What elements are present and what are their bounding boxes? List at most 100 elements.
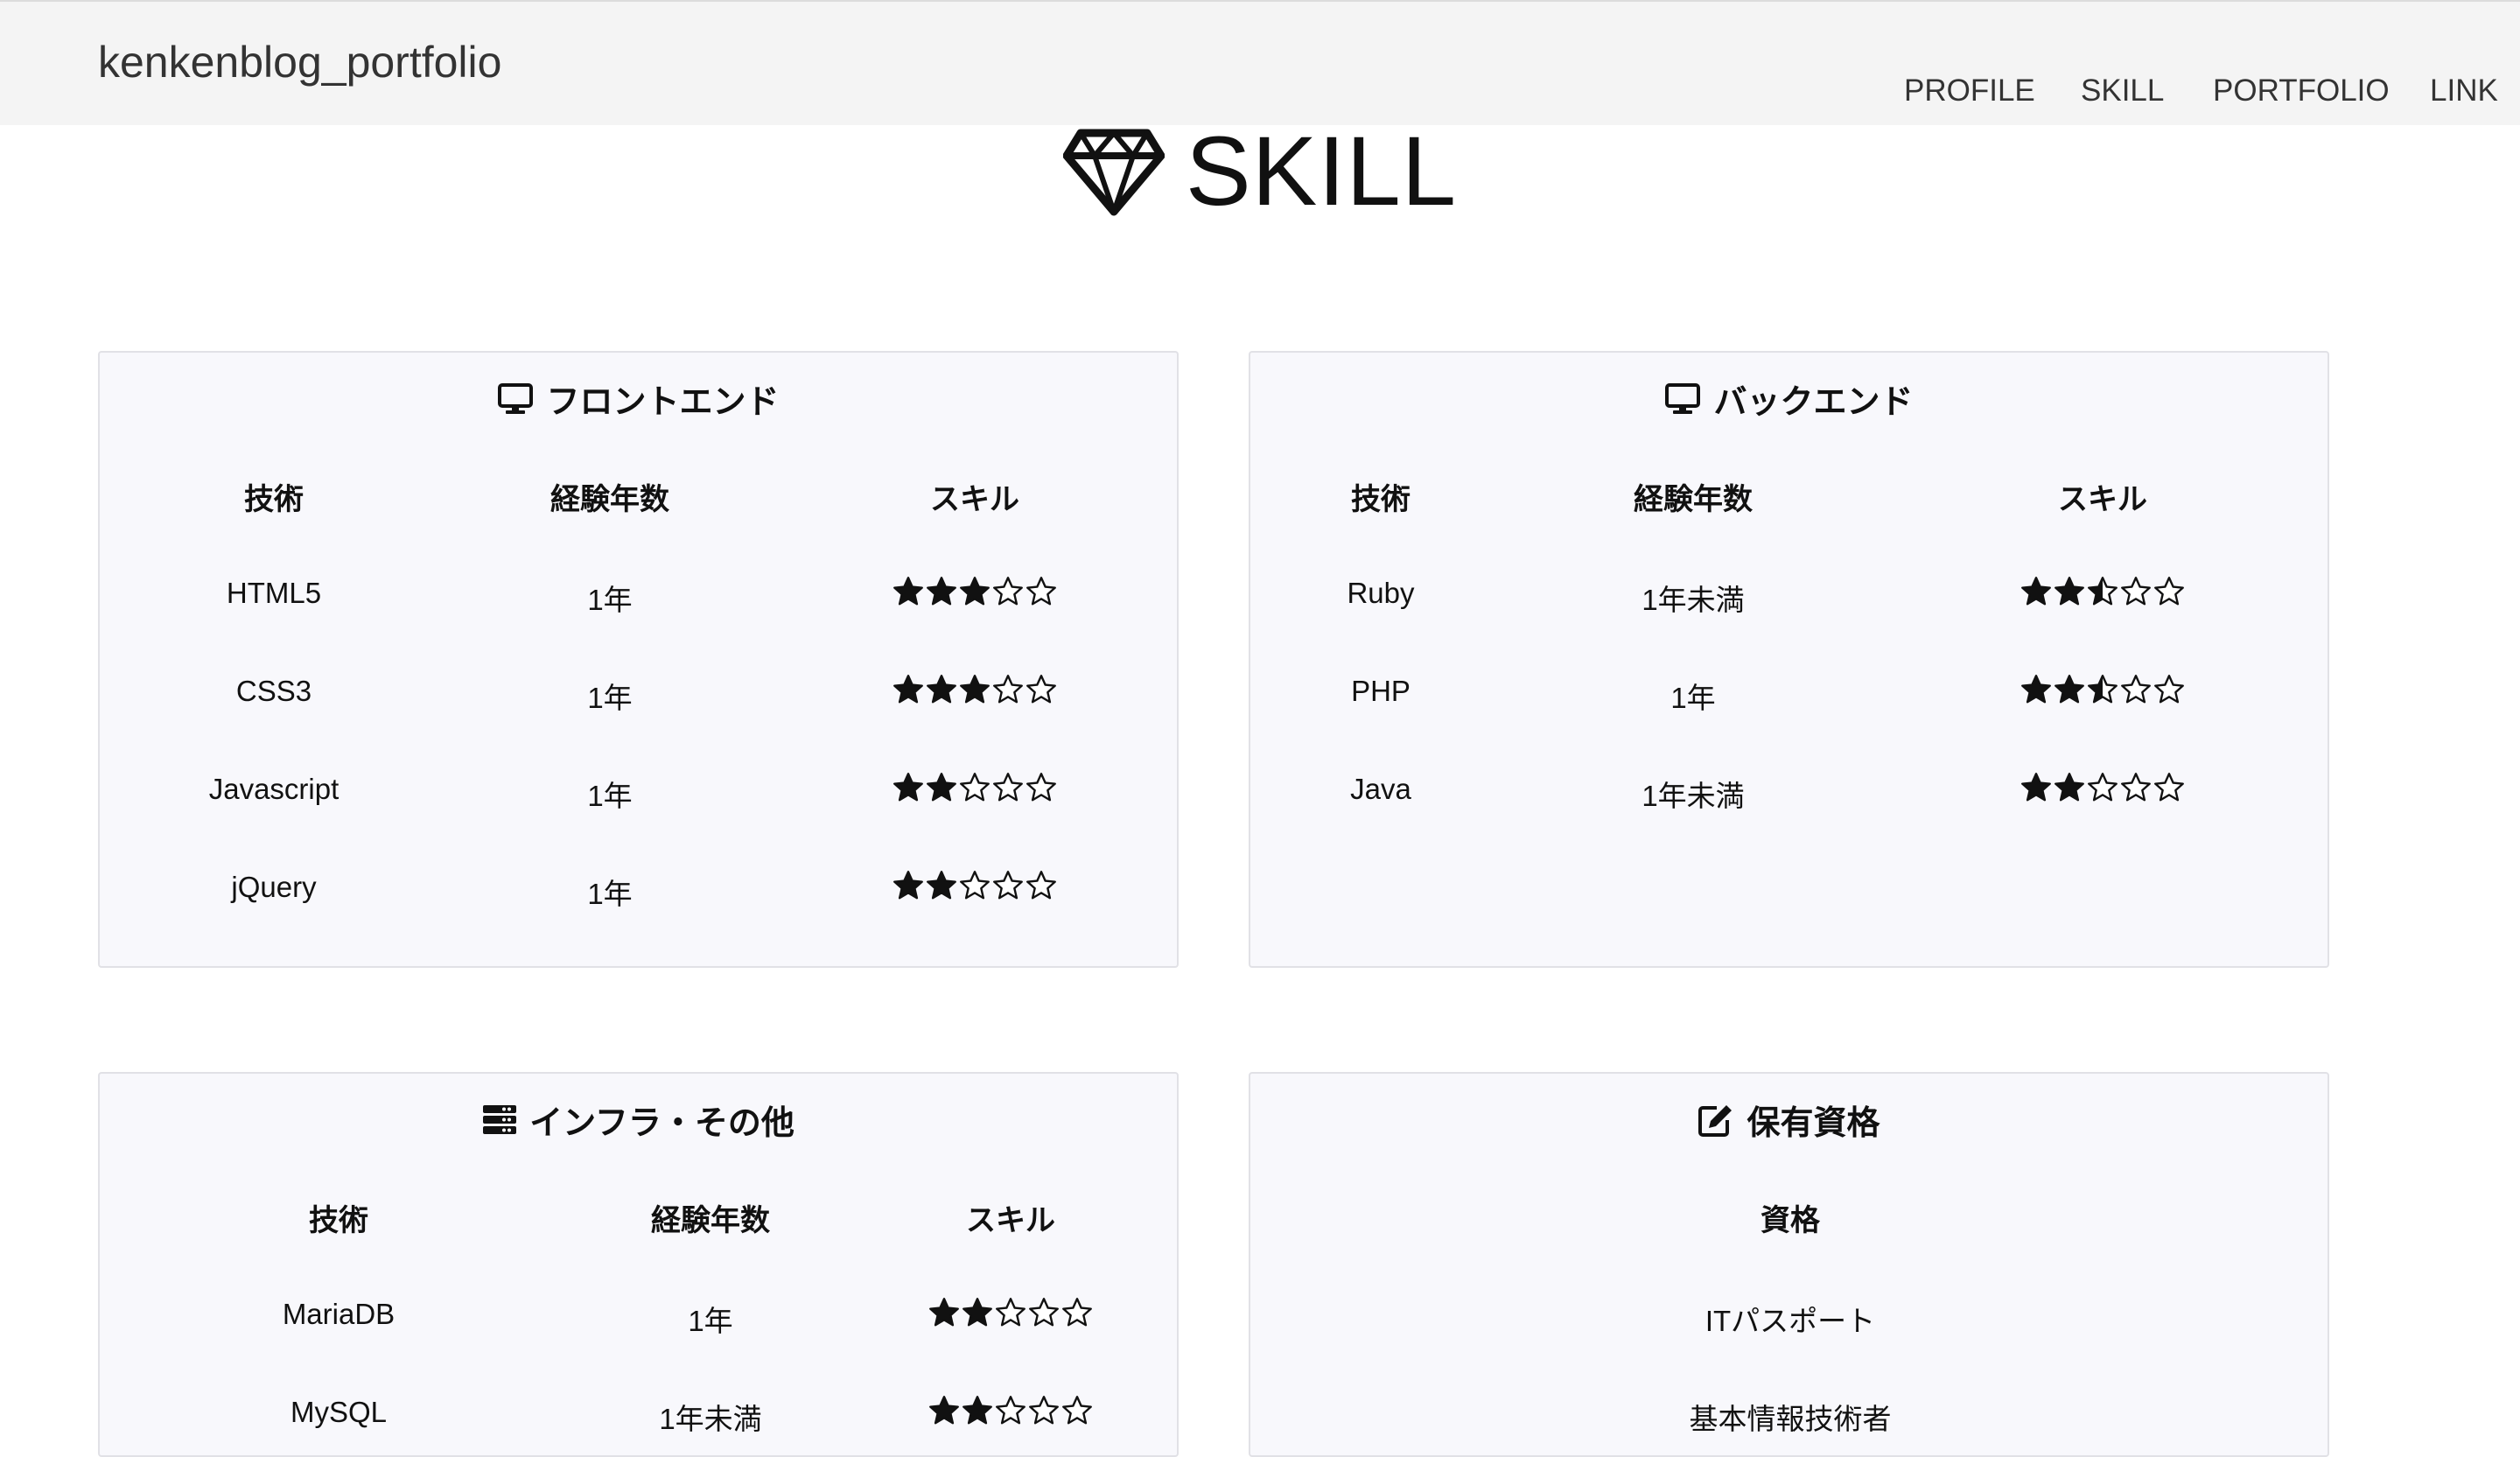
backend-title-text: バックエンド: [1713, 384, 1914, 421]
infra-card: インフラ・その他 技術 経験年数 スキル MariaDB 1年 MySQL 1年…: [98, 1072, 1179, 1457]
star-empty-icon: [992, 870, 1024, 901]
table-cell-years: 1年: [587, 780, 633, 812]
table-cell-years: 1年未満: [1642, 584, 1745, 616]
star-empty-icon: [995, 1395, 1026, 1426]
star-full-icon: [959, 674, 990, 705]
star-empty-icon: [1061, 1395, 1093, 1426]
star-rating: [2020, 576, 2185, 607]
table-cell-years: 1年未満: [659, 1403, 762, 1435]
table-cell-years: 1年未満: [1642, 780, 1745, 812]
header-tech: 技術: [244, 483, 304, 516]
table-cell-tech: jQuery: [231, 871, 317, 903]
star-full-icon: [892, 772, 924, 803]
desktop-icon: [1665, 382, 1701, 414]
table-cell-tech: HTML5: [226, 577, 322, 609]
desktop-icon: [498, 382, 534, 414]
star-full-icon: [2020, 772, 2052, 803]
star-full-icon: [928, 1395, 960, 1426]
nav-profile[interactable]: PROFILE: [1904, 74, 2035, 109]
star-empty-icon: [2120, 772, 2152, 803]
table-cell-tech: MySQL: [290, 1396, 388, 1428]
nav-portfolio[interactable]: PORTFOLIO: [2213, 74, 2390, 109]
backend-card: バックエンド 技術 経験年数 スキル Ruby 1年未満 PHP 1年 Java…: [1249, 351, 2329, 968]
table-cell-tech: CSS3: [235, 675, 312, 707]
star-half-icon: [2087, 674, 2118, 705]
infra-title-text: インフラ・その他: [529, 1105, 794, 1142]
brand-link[interactable]: kenkenblog_portfolio: [98, 37, 501, 88]
star-empty-icon: [2120, 674, 2152, 705]
star-rating: [2020, 674, 2185, 705]
infra-card-title: インフラ・その他: [100, 1096, 1177, 1144]
qualifications-title-text: 保有資格: [1746, 1105, 1880, 1142]
nav-link[interactable]: LINK: [2430, 74, 2498, 109]
table-cell-years: 1年: [587, 584, 633, 616]
table-cell-tech: PHP: [1351, 675, 1410, 707]
star-empty-icon: [1028, 1297, 1060, 1328]
header-skill: スキル: [930, 483, 1019, 516]
star-empty-icon: [959, 772, 990, 803]
table-cell-tech: MariaDB: [282, 1298, 396, 1330]
star-empty-icon: [2120, 576, 2152, 607]
star-full-icon: [926, 576, 957, 607]
frontend-card-title: フロントエンド: [100, 375, 1177, 423]
star-full-icon: [892, 674, 924, 705]
table-cell-tech: Ruby: [1347, 577, 1415, 609]
qualification-item: ITパスポート: [1704, 1305, 1876, 1337]
star-full-icon: [928, 1297, 960, 1328]
header-tech: 技術: [309, 1204, 368, 1237]
frontend-card: フロントエンド 技術 経験年数 スキル HTML5 1年 CSS3 1年 Jav…: [98, 351, 1179, 968]
header-years: 経験年数: [1634, 483, 1753, 516]
header-skill: スキル: [966, 1204, 1055, 1237]
star-empty-icon: [1026, 870, 1057, 901]
header-tech: 技術: [1351, 483, 1410, 516]
qualification-item: 基本情報技術者: [1689, 1403, 1892, 1435]
star-empty-icon: [1026, 772, 1057, 803]
star-full-icon: [892, 870, 924, 901]
star-empty-icon: [2153, 576, 2185, 607]
star-full-icon: [2054, 674, 2085, 705]
star-rating: [928, 1395, 1093, 1426]
star-empty-icon: [2153, 674, 2185, 705]
section-header: SKILL: [0, 123, 2520, 221]
star-full-icon: [2054, 576, 2085, 607]
star-empty-icon: [1026, 576, 1057, 607]
star-half-icon: [2087, 576, 2118, 607]
star-empty-icon: [1028, 1395, 1060, 1426]
star-full-icon: [962, 1297, 993, 1328]
star-full-icon: [959, 576, 990, 607]
backend-card-title: バックエンド: [1250, 375, 2328, 423]
nav-skill[interactable]: SKILL: [2081, 74, 2164, 109]
star-full-icon: [2020, 576, 2052, 607]
star-rating: [892, 870, 1057, 901]
table-cell-tech: Javascript: [208, 773, 340, 805]
star-full-icon: [926, 870, 957, 901]
star-rating: [892, 576, 1057, 607]
edit-icon: [1698, 1104, 1732, 1137]
qualifications-card: 保有資格 資格 ITパスポート 基本情報技術者: [1249, 1072, 2329, 1457]
navbar: kenkenblog_portfolio PROFILE SKILL PORTF…: [0, 0, 2520, 125]
star-rating: [2020, 772, 2185, 803]
header-years: 経験年数: [651, 1204, 770, 1237]
star-rating: [892, 674, 1057, 705]
frontend-title-text: フロントエンド: [546, 384, 780, 421]
star-full-icon: [962, 1395, 993, 1426]
star-full-icon: [892, 576, 924, 607]
star-rating: [928, 1297, 1093, 1328]
star-empty-icon: [992, 576, 1024, 607]
qualifications-card-title: 保有資格: [1250, 1096, 2328, 1144]
star-empty-icon: [2153, 772, 2185, 803]
header-skill: スキル: [2058, 483, 2147, 516]
table-cell-years: 1年: [688, 1305, 733, 1337]
star-full-icon: [926, 772, 957, 803]
star-empty-icon: [992, 674, 1024, 705]
star-full-icon: [2054, 772, 2085, 803]
header-years: 経験年数: [550, 483, 669, 516]
star-empty-icon: [992, 772, 1024, 803]
star-empty-icon: [2087, 772, 2118, 803]
gem-icon: [1062, 129, 1165, 216]
table-cell-years: 1年: [1670, 682, 1716, 714]
star-empty-icon: [1061, 1297, 1093, 1328]
table-cell-years: 1年: [587, 878, 633, 910]
header-qualification: 資格: [1760, 1204, 1820, 1237]
server-icon: [483, 1104, 517, 1134]
